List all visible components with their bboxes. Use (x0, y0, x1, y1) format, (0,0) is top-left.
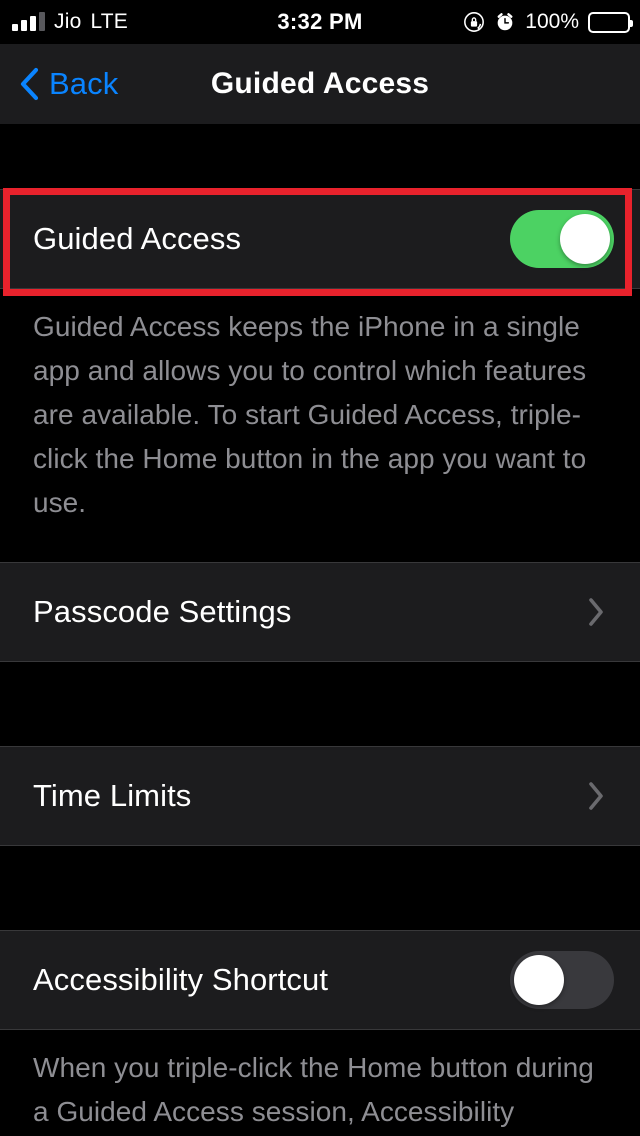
row-label-passcode-settings: Passcode Settings (33, 594, 292, 629)
spacer-before-accessibility-shortcut (0, 846, 640, 930)
toggle-guided-access[interactable] (510, 210, 614, 268)
settings-list: Guided Access Guided Access keeps the iP… (0, 124, 640, 1136)
back-button-label: Back (49, 66, 119, 101)
footer-guided-access: Guided Access keeps the iPhone in a sing… (0, 289, 640, 535)
section-time-limits: Time Limits (0, 746, 640, 846)
clock: 3:32 PM (277, 9, 363, 34)
list-top-spacer (0, 124, 640, 189)
row-passcode-settings[interactable]: Passcode Settings (0, 563, 640, 661)
chevron-left-icon (18, 67, 40, 101)
battery-icon (588, 11, 633, 33)
row-label-accessibility-shortcut: Accessibility Shortcut (33, 962, 329, 997)
chevron-right-icon (586, 779, 606, 813)
toggle-knob (514, 955, 564, 1005)
section-accessibility-shortcut: Accessibility Shortcut (0, 930, 640, 1030)
row-accessibility-shortcut[interactable]: Accessibility Shortcut (0, 931, 640, 1029)
status-bar: Jio LTE 3:32 PM 100% (0, 0, 640, 44)
row-label-time-limits: Time Limits (33, 778, 192, 813)
chevron-right-icon (586, 595, 606, 629)
section-passcode-settings: Passcode Settings (0, 562, 640, 662)
row-guided-access[interactable]: Guided Access (0, 190, 640, 288)
navigation-bar: Back Guided Access (0, 44, 640, 124)
spacer-before-time-limits (0, 662, 640, 746)
status-bar-right: 100% (463, 10, 633, 34)
rotation-lock-icon (463, 11, 485, 33)
footer-accessibility-shortcut: When you triple-click the Home button du… (0, 1030, 640, 1136)
toggle-knob (560, 214, 610, 264)
section-guided-access: Guided Access (0, 189, 640, 289)
battery-percent-label: 100% (525, 10, 579, 33)
row-time-limits[interactable]: Time Limits (0, 747, 640, 845)
spacer-before-passcode (0, 535, 640, 562)
toggle-accessibility-shortcut[interactable] (510, 951, 614, 1009)
back-button[interactable]: Back (18, 66, 118, 102)
iphone-screen: Jio LTE 3:32 PM 100% Back Guided Access … (0, 0, 640, 1136)
row-label-guided-access: Guided Access (33, 221, 242, 256)
alarm-clock-icon (494, 11, 516, 33)
